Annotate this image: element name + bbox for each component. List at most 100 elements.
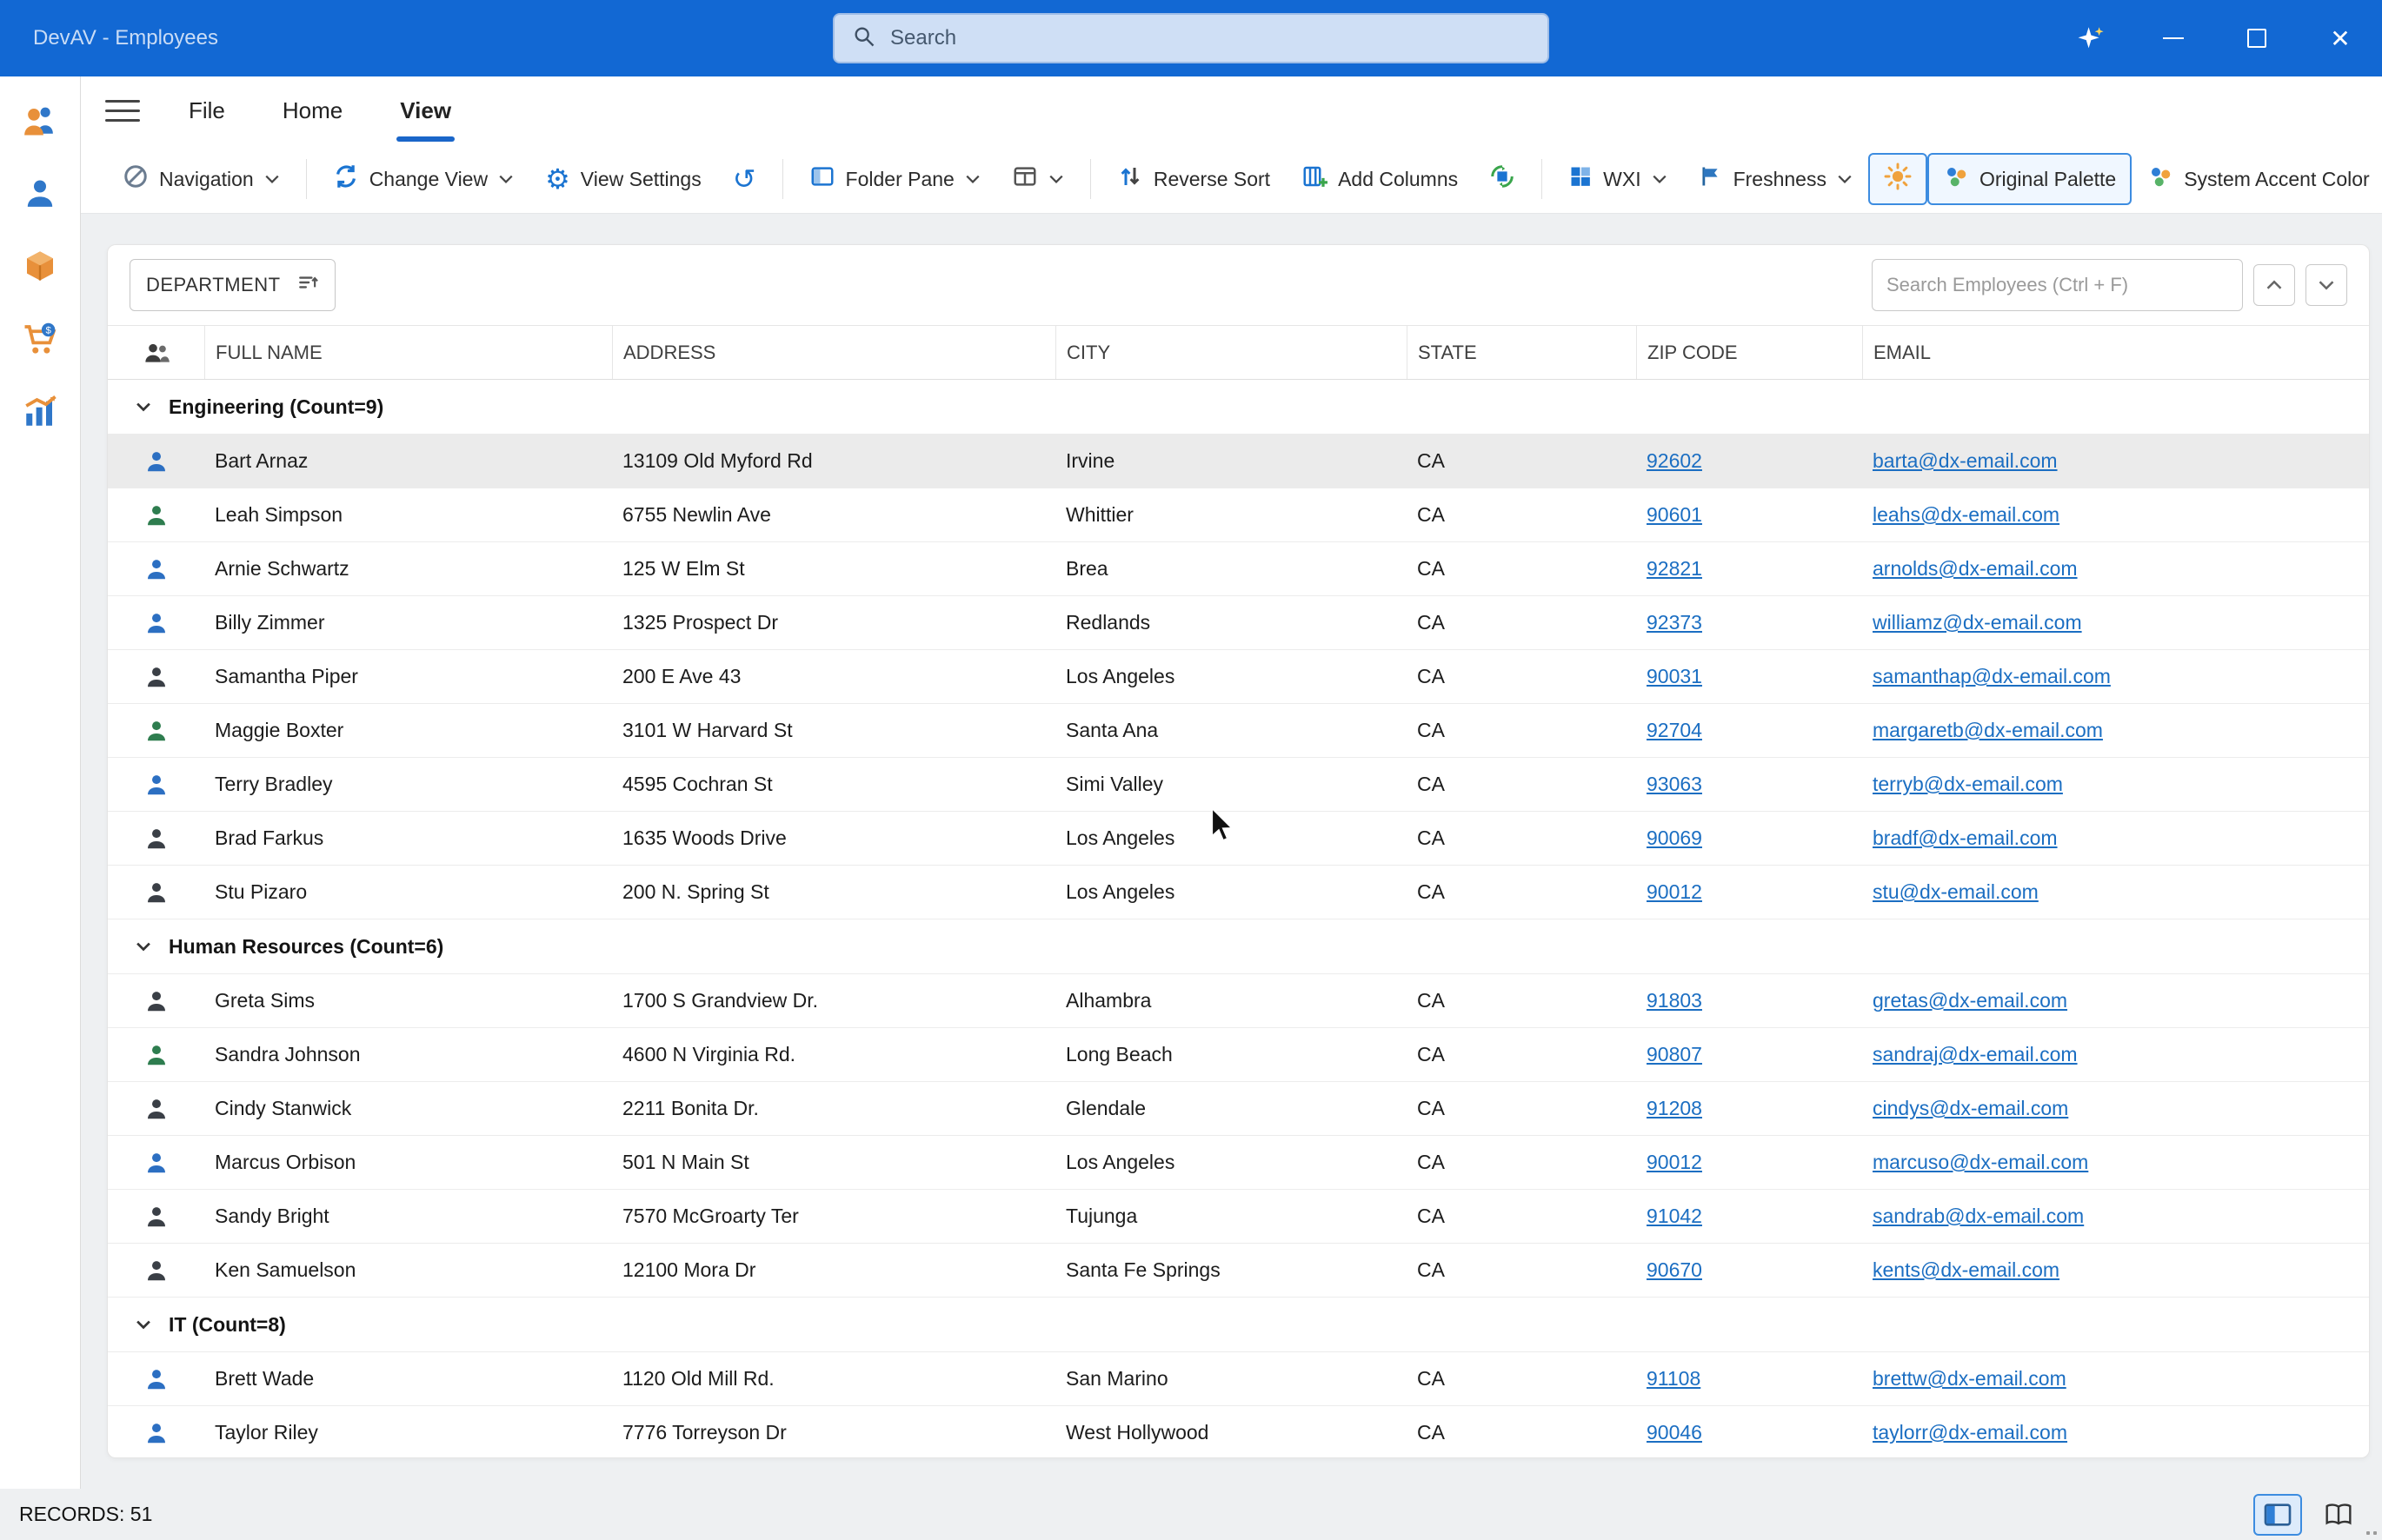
email-link[interactable]: gretas@dx-email.com — [1873, 989, 2067, 1012]
reading-pane-button[interactable] — [996, 153, 1080, 205]
zip-link[interactable]: 91208 — [1647, 1097, 1702, 1119]
sidebar-item-customers[interactable] — [21, 174, 59, 212]
table-row[interactable]: Terry Bradley4595 Cochran StSimi ValleyC… — [108, 758, 2369, 812]
table-row[interactable]: Arnie Schwartz125 W Elm StBreaCA92821arn… — [108, 542, 2369, 596]
email-link[interactable]: kents@dx-email.com — [1873, 1258, 2059, 1281]
table-row[interactable]: Maggie Boxter3101 W Harvard StSanta AnaC… — [108, 704, 2369, 758]
zip-link[interactable]: 90807 — [1647, 1043, 1702, 1065]
table-row[interactable]: Bart Arnaz13109 Old Myford RdIrvineCA926… — [108, 435, 2369, 488]
table-row[interactable]: Marcus Orbison501 N Main StLos AngelesCA… — [108, 1136, 2369, 1190]
column-header-state[interactable]: STATE — [1407, 326, 1636, 379]
sidebar-item-analytics[interactable] — [21, 393, 59, 431]
email-link[interactable]: sandraj@dx-email.com — [1873, 1043, 2078, 1065]
customize-columns-button[interactable] — [1474, 153, 1531, 205]
table-row[interactable]: Sandra Johnson4600 N Virginia Rd.Long Be… — [108, 1028, 2369, 1082]
table-row[interactable]: Brett Wade1120 Old Mill Rd.San MarinoCA9… — [108, 1352, 2369, 1406]
zip-link[interactable]: 91108 — [1647, 1367, 1700, 1390]
add-columns-button[interactable]: Add Columns — [1286, 153, 1474, 205]
zip-link[interactable]: 90031 — [1647, 665, 1702, 687]
table-row[interactable]: Samantha Piper200 E Ave 43Los AngelesCA9… — [108, 650, 2369, 704]
table-row[interactable]: Billy Zimmer1325 Prospect DrRedlandsCA92… — [108, 596, 2369, 650]
email-link[interactable]: stu@dx-email.com — [1873, 880, 2039, 903]
chevron-down-icon[interactable] — [134, 397, 153, 416]
sidebar-item-sales[interactable]: $ — [21, 320, 59, 358]
resize-grip[interactable] — [2365, 1523, 2377, 1535]
maximize-button[interactable] — [2215, 0, 2299, 76]
navigation-button[interactable]: Navigation — [107, 153, 296, 205]
column-header-full-name[interactable]: FULL NAME — [204, 326, 612, 379]
folder-pane-button[interactable]: Folder Pane — [794, 153, 996, 205]
email-link[interactable]: sandrab@dx-email.com — [1873, 1205, 2084, 1227]
find-next-button[interactable] — [2305, 264, 2347, 306]
group-header[interactable]: IT (Count=8) — [108, 1298, 2369, 1352]
chevron-down-icon[interactable] — [134, 937, 153, 956]
column-header-zip-code[interactable]: ZIP CODE — [1636, 326, 1862, 379]
tab-file[interactable]: File — [189, 76, 225, 145]
zip-link[interactable]: 90601 — [1647, 503, 1702, 526]
table-row[interactable]: Brad Farkus1635 Woods DriveLos AngelesCA… — [108, 812, 2369, 866]
email-link[interactable]: terryb@dx-email.com — [1873, 773, 2063, 795]
view-settings-button[interactable]: ⚙ View Settings — [529, 153, 717, 205]
group-header[interactable]: Engineering (Count=9) — [108, 380, 2369, 435]
sidebar-item-products[interactable] — [21, 247, 59, 285]
zip-link[interactable]: 93063 — [1647, 773, 1702, 795]
find-previous-button[interactable] — [2253, 264, 2295, 306]
close-button[interactable]: ✕ — [2299, 0, 2382, 76]
zip-link[interactable]: 92602 — [1647, 449, 1702, 472]
minimize-button[interactable] — [2132, 0, 2215, 76]
table-row[interactable]: Sandy Bright7570 McGroarty TerTujungaCA9… — [108, 1190, 2369, 1244]
zip-link[interactable]: 92704 — [1647, 719, 1702, 741]
email-link[interactable]: cindys@dx-email.com — [1873, 1097, 2068, 1119]
chevron-down-icon[interactable] — [134, 1315, 153, 1334]
zip-link[interactable]: 90012 — [1647, 1151, 1702, 1173]
table-row[interactable]: Taylor Riley7776 Torreyson DrWest Hollyw… — [108, 1406, 2369, 1458]
table-row[interactable]: Stu Pizaro200 N. Spring StLos AngelesCA9… — [108, 866, 2369, 919]
zip-link[interactable]: 90069 — [1647, 826, 1702, 849]
column-header-email[interactable]: EMAIL — [1862, 326, 2369, 379]
global-search-box[interactable] — [833, 13, 1549, 63]
sidebar-item-employees[interactable] — [21, 101, 59, 139]
group-header[interactable]: Human Resources (Count=6) — [108, 919, 2369, 974]
zip-link[interactable]: 90012 — [1647, 880, 1702, 903]
email-link[interactable]: brettw@dx-email.com — [1873, 1367, 2066, 1390]
email-link[interactable]: leahs@dx-email.com — [1873, 503, 2059, 526]
zip-link[interactable]: 92373 — [1647, 611, 1702, 634]
table-row[interactable]: Greta Sims1700 S Grandview Dr.AlhambraCA… — [108, 974, 2369, 1028]
column-header-city[interactable]: CITY — [1055, 326, 1407, 379]
wxi-theme-button[interactable]: WXI — [1553, 153, 1682, 205]
list-view-toggle[interactable] — [2253, 1494, 2302, 1536]
zip-link[interactable]: 90046 — [1647, 1421, 1702, 1444]
email-link[interactable]: margaretb@dx-email.com — [1873, 719, 2103, 741]
change-view-button[interactable]: Change View — [317, 153, 529, 205]
reading-view-toggle[interactable] — [2314, 1494, 2363, 1536]
zip-link[interactable]: 92821 — [1647, 557, 1702, 580]
email-link[interactable]: samanthap@dx-email.com — [1873, 665, 2111, 687]
reset-view-button[interactable]: ↺ — [717, 153, 772, 205]
cell-city: Brea — [1055, 557, 1407, 581]
freshness-theme-button[interactable]: Freshness — [1683, 153, 1868, 205]
email-link[interactable]: taylorr@dx-email.com — [1873, 1421, 2067, 1444]
email-link[interactable]: arnolds@dx-email.com — [1873, 557, 2078, 580]
original-palette-button[interactable]: Original Palette — [1927, 153, 2132, 205]
email-link[interactable]: marcuso@dx-email.com — [1873, 1151, 2088, 1173]
table-row[interactable]: Leah Simpson6755 Newlin AveWhittierCA906… — [108, 488, 2369, 542]
tab-view[interactable]: View — [400, 76, 451, 145]
global-search-input[interactable] — [890, 26, 1530, 50]
group-by-chip[interactable]: DEPARTMENT — [130, 259, 336, 311]
zip-link[interactable]: 90670 — [1647, 1258, 1702, 1281]
table-row[interactable]: Cindy Stanwick2211 Bonita Dr.GlendaleCA9… — [108, 1082, 2369, 1136]
column-header-address[interactable]: ADDRESS — [612, 326, 1055, 379]
reverse-sort-button[interactable]: Reverse Sort — [1101, 153, 1286, 205]
email-link[interactable]: bradf@dx-email.com — [1873, 826, 2058, 849]
tab-home[interactable]: Home — [283, 76, 343, 145]
zip-link[interactable]: 91803 — [1647, 989, 1702, 1012]
email-link[interactable]: williamz@dx-email.com — [1873, 611, 2082, 634]
system-accent-color-button[interactable]: System Accent Color — [2132, 153, 2382, 205]
light-mode-button[interactable] — [1868, 153, 1927, 205]
table-row[interactable]: Ken Samuelson12100 Mora DrSanta Fe Sprin… — [108, 1244, 2369, 1298]
search-employees-input[interactable] — [1872, 259, 2243, 311]
zip-link[interactable]: 91042 — [1647, 1205, 1702, 1227]
copilot-sparkle-icon[interactable] — [2048, 0, 2132, 76]
hamburger-menu-icon[interactable] — [105, 94, 140, 129]
email-link[interactable]: barta@dx-email.com — [1873, 449, 2058, 472]
